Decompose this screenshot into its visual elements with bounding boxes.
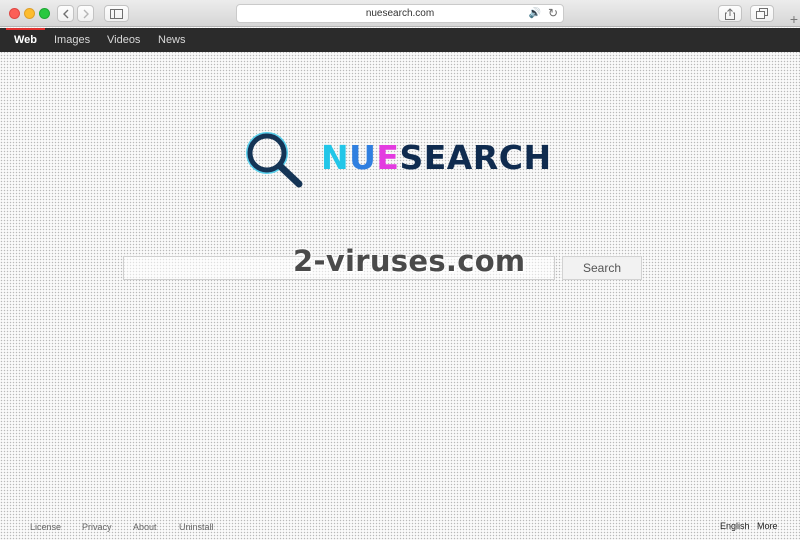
nav-item-images[interactable]: Images [54, 28, 90, 52]
logo-word-search: SEARCH [399, 138, 552, 177]
footer-license-link[interactable]: License [30, 522, 61, 532]
site-nav: Web Images Videos News [0, 28, 800, 52]
footer-more-link[interactable]: More [757, 521, 778, 531]
reload-icon[interactable]: ↻ [548, 6, 558, 20]
address-url: nuesearch.com [365, 8, 435, 19]
logo-letter-u: U [349, 138, 377, 177]
footer-uninstall-link[interactable]: Uninstall [179, 522, 214, 532]
chevron-left-icon [62, 9, 68, 18]
share-button[interactable] [718, 5, 742, 22]
logo-wordmark: NUESEARCH [321, 138, 552, 177]
close-window-button[interactable] [9, 8, 20, 19]
magnifier-logo-icon [246, 132, 303, 188]
footer-privacy-link[interactable]: Privacy [82, 522, 112, 532]
sidebar-button[interactable] [104, 5, 129, 22]
nav-item-web[interactable]: Web [5, 28, 46, 52]
logo-letter-n: N [321, 138, 350, 177]
tabs-icon [756, 8, 768, 19]
zoom-window-button[interactable] [39, 8, 50, 19]
footer-language-link[interactable]: English [720, 521, 750, 531]
nuesearch-logo: NUESEARCH [243, 128, 563, 190]
speaker-icon[interactable]: 🔊 [529, 8, 541, 19]
plus-icon[interactable]: + [790, 12, 798, 26]
sidebar-icon [110, 8, 123, 19]
back-button[interactable] [57, 5, 74, 22]
forward-button[interactable] [77, 5, 94, 22]
tabs-button[interactable] [750, 5, 774, 22]
share-icon [725, 7, 735, 20]
nav-item-videos[interactable]: Videos [107, 28, 140, 52]
logo-letter-e: E [376, 138, 400, 177]
search-input[interactable] [123, 256, 555, 280]
nav-item-news[interactable]: News [158, 28, 186, 52]
footer-about-link[interactable]: About [133, 522, 157, 532]
chevron-right-icon [83, 9, 89, 18]
minimize-window-button[interactable] [24, 8, 35, 19]
search-button[interactable]: Search [562, 256, 642, 280]
address-bar[interactable]: nuesearch.com 🔊 ↻ [236, 4, 564, 23]
browser-toolbar: nuesearch.com 🔊 ↻ + [0, 0, 800, 27]
